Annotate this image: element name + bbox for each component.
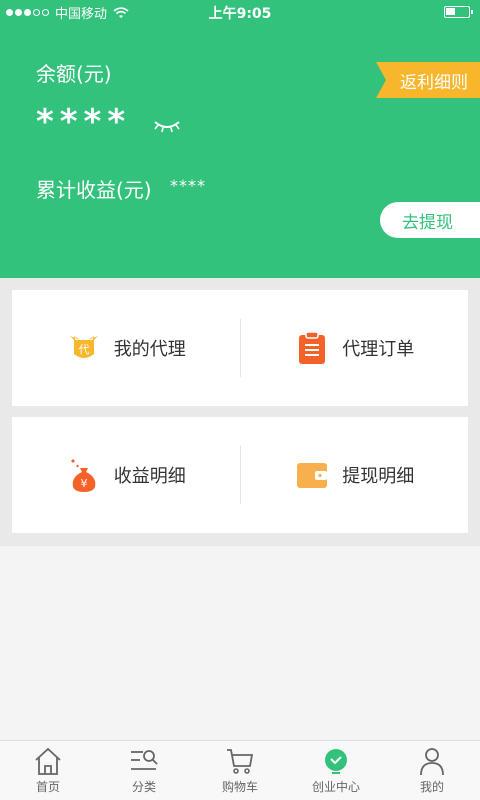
tab-category[interactable]: 分类 (96, 741, 192, 800)
withdraw-button[interactable]: 去提现 (380, 202, 480, 238)
tab-business-center[interactable]: 创业中心 (288, 741, 384, 800)
withdraw-detail-label: 提现明细 (342, 466, 415, 487)
bottom-tab-bar: 首页 分类 购物车 创业中心 我的 (0, 740, 480, 800)
tab-label: 购物车 (221, 780, 258, 794)
menu-card-agent: 代 我的代理 代理订单 (12, 290, 468, 406)
svg-text:代: 代 (78, 343, 89, 356)
profile-icon (420, 748, 444, 776)
tab-home[interactable]: 首页 (0, 741, 96, 800)
status-bar: 中国移动 上午9:05 (0, 0, 480, 24)
eye-closed-icon[interactable] (152, 118, 182, 134)
tab-label: 创业中心 (311, 780, 360, 794)
rebate-rules-tag[interactable]: 返利细则 (376, 62, 480, 98)
tab-profile[interactable]: 我的 (384, 741, 480, 800)
home-icon (35, 747, 61, 775)
battery-icon (444, 6, 473, 18)
agent-orders-label: 代理订单 (342, 339, 415, 360)
income-detail-label: 收益明细 (113, 466, 186, 487)
tab-label: 我的 (419, 780, 444, 794)
clipboard-icon (294, 330, 330, 366)
my-agent-button[interactable]: 代 我的代理 (12, 290, 240, 406)
balance-label: 余额(元) (36, 62, 112, 86)
income-detail-button[interactable]: ¥ 收益明细 (12, 417, 240, 533)
business-center-icon (325, 749, 347, 774)
header: 中国移动 上午9:05 余额(元) **** 累计收益(元) **** 返利细则… (0, 0, 480, 278)
tab-label: 首页 (35, 780, 60, 794)
svg-text:¥: ¥ (80, 477, 87, 490)
income-label: 累计收益(元) (36, 178, 152, 202)
category-icon (131, 750, 158, 770)
withdraw-detail-button[interactable]: 提现明细 (241, 417, 469, 533)
status-time: 上午9:05 (208, 6, 272, 22)
my-agent-label: 我的代理 (113, 339, 186, 360)
wallet-icon (294, 457, 330, 493)
tab-label: 分类 (131, 780, 156, 794)
tab-cart[interactable]: 购物车 (192, 741, 288, 800)
balance-value: **** (36, 102, 132, 142)
income-value: **** (170, 176, 206, 195)
cart-icon (227, 749, 254, 774)
agent-badge-icon: 代 (66, 330, 102, 366)
money-bag-icon: ¥ (66, 457, 102, 493)
agent-orders-button[interactable]: 代理订单 (241, 290, 469, 406)
menu-card-finance: ¥ 收益明细 提现明细 (12, 417, 468, 533)
